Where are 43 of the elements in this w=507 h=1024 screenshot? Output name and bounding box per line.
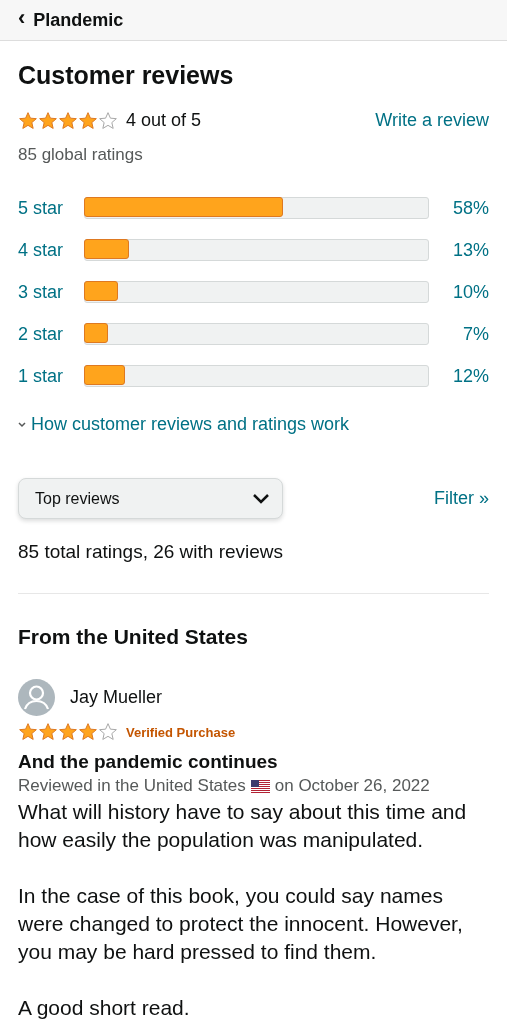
section-heading: Customer reviews	[18, 61, 235, 90]
star-filter-link[interactable]: 1 star	[18, 365, 84, 387]
percent-link[interactable]: 58%	[437, 197, 489, 219]
percent-link[interactable]: 13%	[437, 239, 489, 261]
verified-purchase-label: Verified Purchase	[126, 724, 236, 740]
average-rating: 4 out of 5	[126, 110, 203, 131]
flag-icon	[250, 779, 270, 793]
chevron-down-icon	[252, 492, 270, 505]
page-title: Plandemic	[33, 9, 124, 31]
avatar-icon	[18, 678, 55, 716]
review-text: In the case of this book, you could say names were changed to protect the innocent. However, you may be hard pressed to find them.	[18, 883, 464, 965]
review-location: Reviewed in the United States	[18, 776, 246, 796]
section-heading: From the United States	[18, 625, 249, 649]
star-icon	[38, 110, 58, 131]
star-icon	[98, 722, 118, 742]
star-filter-link[interactable]: 5 star	[18, 197, 84, 219]
star-icon	[98, 110, 118, 131]
sort-dropdown[interactable]: Top reviews	[18, 478, 283, 519]
review-text: What will history have to say about this time and how easily the population was manipulated.	[18, 799, 468, 853]
star-filter-link[interactable]: 4 star	[18, 239, 84, 261]
percent-link[interactable]: 12%	[437, 365, 489, 387]
star-icon	[78, 722, 98, 742]
filter-link[interactable]: Filter »	[434, 488, 489, 509]
review-text: A good short read.	[18, 995, 191, 1021]
ratings-summary: 85 total ratings, 26 with reviews	[18, 541, 285, 563]
write-review-link[interactable]: Write a review	[375, 110, 489, 131]
star-filter-link[interactable]: 3 star	[18, 281, 84, 303]
review-title: And the pandemic continues	[18, 751, 279, 773]
chevron-down-icon	[18, 421, 26, 428]
reviewer-name: Jay Mueller	[70, 686, 163, 708]
star-icon	[38, 722, 58, 742]
percent-link[interactable]: 7%	[437, 323, 489, 345]
how-reviews-work-link[interactable]: How customer reviews and ratings work	[18, 414, 489, 435]
global-ratings-count: 85 global ratings	[18, 145, 144, 165]
star-icon	[58, 110, 78, 131]
star-icon	[58, 722, 78, 742]
percent-link[interactable]: 10%	[437, 281, 489, 303]
star-icon	[18, 110, 38, 131]
review-date: on October 26, 2022	[274, 776, 430, 796]
star-filter-link[interactable]: 2 star	[18, 323, 84, 345]
star-icon	[78, 110, 98, 131]
star-icon	[18, 722, 38, 742]
back-link[interactable]: ‹	[18, 7, 26, 29]
